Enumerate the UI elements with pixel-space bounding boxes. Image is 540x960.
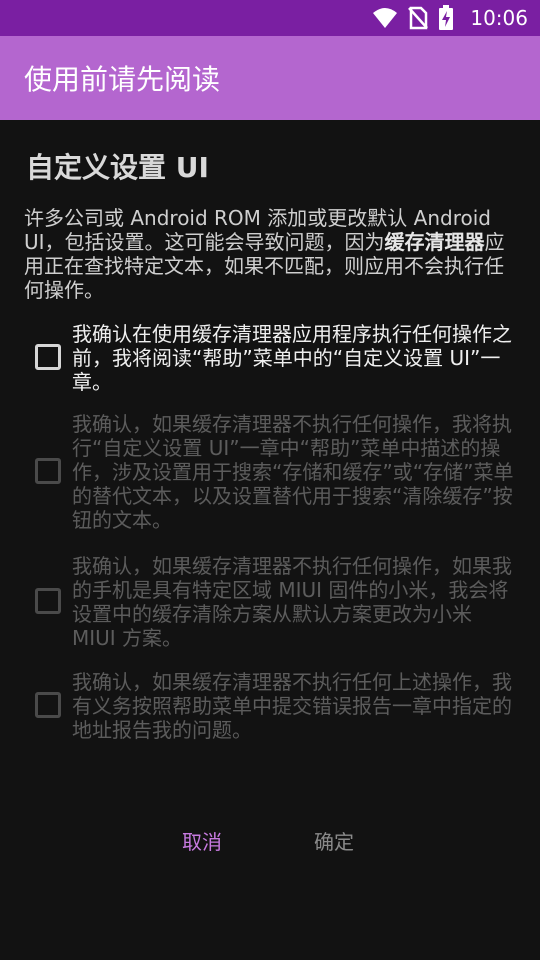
confirm-checkbox-help[interactable]: 我确认在使用缓存清理器应用程序执行任何操作之前，我将阅读“帮助”菜单中的“自定义…	[0, 318, 540, 398]
wifi-icon	[372, 7, 398, 29]
no-sim-icon	[408, 6, 429, 30]
confirm-checkbox-miui[interactable]: 我确认，如果缓存清理器不执行任何操作，如果我的手机是具有特定区域 MIUI 固件…	[0, 554, 540, 654]
intro-app-name: 缓存清理器	[384, 230, 485, 254]
checkbox-label: 我确认在使用缓存清理器应用程序执行任何操作之前，我将阅读“帮助”菜单中的“自定义…	[72, 322, 512, 394]
checkbox-box[interactable]	[35, 692, 61, 718]
checkbox-box[interactable]	[35, 344, 61, 370]
app-bar-title: 使用前请先阅读	[24, 63, 221, 96]
battery-charging-icon	[438, 5, 454, 31]
cancel-button[interactable]: 取消	[182, 826, 222, 855]
dialog: 自定义设置 UI 许多公司或 Android ROM 添加或更改默认 Andro…	[0, 120, 540, 960]
checkbox-label: 我确认，如果缓存清理器不执行任何操作，如果我的手机是具有特定区域 MIUI 固件…	[72, 554, 512, 650]
app-bar: 使用前请先阅读	[0, 36, 540, 120]
status-clock: 10:06	[470, 6, 528, 30]
checkbox-label: 我确认，如果缓存清理器不执行任何上述操作，我有义务按照帮助菜单中提交错误报告一章…	[72, 670, 512, 742]
dialog-intro: 许多公司或 Android ROM 添加或更改默认 Android UI，包括设…	[24, 206, 518, 302]
checkbox-box[interactable]	[35, 588, 61, 614]
dialog-title: 自定义设置 UI	[26, 151, 209, 184]
status-bar: 10:06	[0, 0, 540, 36]
confirm-button[interactable]: 确定	[314, 826, 354, 855]
dialog-buttons: 取消 确定	[0, 820, 540, 860]
confirm-checkbox-bug-report[interactable]: 我确认，如果缓存清理器不执行任何上述操作，我有义务按照帮助菜单中提交错误报告一章…	[0, 670, 540, 746]
confirm-checkbox-custom-text[interactable]: 我确认，如果缓存清理器不执行任何操作，我将执行“自定义设置 UI”一章中“帮助”…	[0, 412, 540, 536]
checkbox-label: 我确认，如果缓存清理器不执行任何操作，我将执行“自定义设置 UI”一章中“帮助”…	[72, 412, 514, 532]
checkbox-box[interactable]	[35, 458, 61, 484]
